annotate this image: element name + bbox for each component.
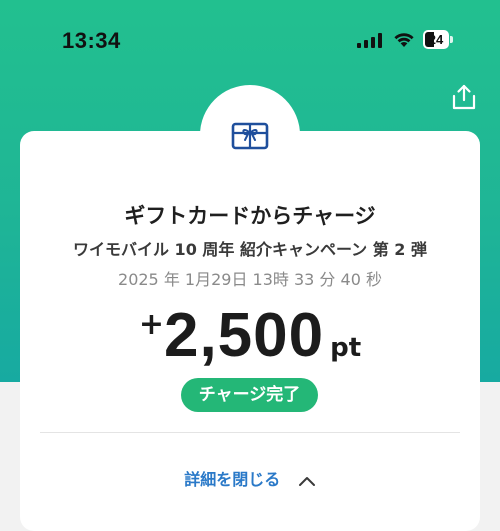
amount-sign: +	[138, 307, 164, 342]
gift-card-icon	[231, 122, 269, 150]
chevron-up-icon	[298, 477, 315, 486]
transaction-datetime: 2025 年 1月29日 13時 33 分 40 秒	[118, 270, 382, 289]
share-icon[interactable]	[452, 84, 476, 110]
divider	[40, 432, 460, 433]
gift-card-badge	[200, 85, 300, 185]
campaign-name: ワイモバイル 10 周年 紹介キャンペーン 第 2 弾	[72, 240, 428, 259]
wifi-icon	[394, 33, 414, 47]
battery-icon: 24	[423, 30, 453, 49]
status-time: 13:34	[62, 28, 121, 53]
cellular-signal-icon	[357, 33, 382, 48]
amount-unit: pt	[330, 333, 362, 363]
points-amount: +2,500 pt	[0, 300, 500, 371]
status-badge: チャージ完了	[181, 378, 318, 412]
amount-value: 2,500	[163, 301, 325, 370]
close-details-label: 詳細を閉じる	[184, 470, 281, 489]
status-bar: 13:34 24	[0, 0, 500, 80]
transaction-title: ギフトカードからチャージ	[124, 204, 376, 228]
battery-level: 24	[428, 32, 444, 47]
close-details-button[interactable]: 詳細を閉じる	[0, 466, 500, 490]
